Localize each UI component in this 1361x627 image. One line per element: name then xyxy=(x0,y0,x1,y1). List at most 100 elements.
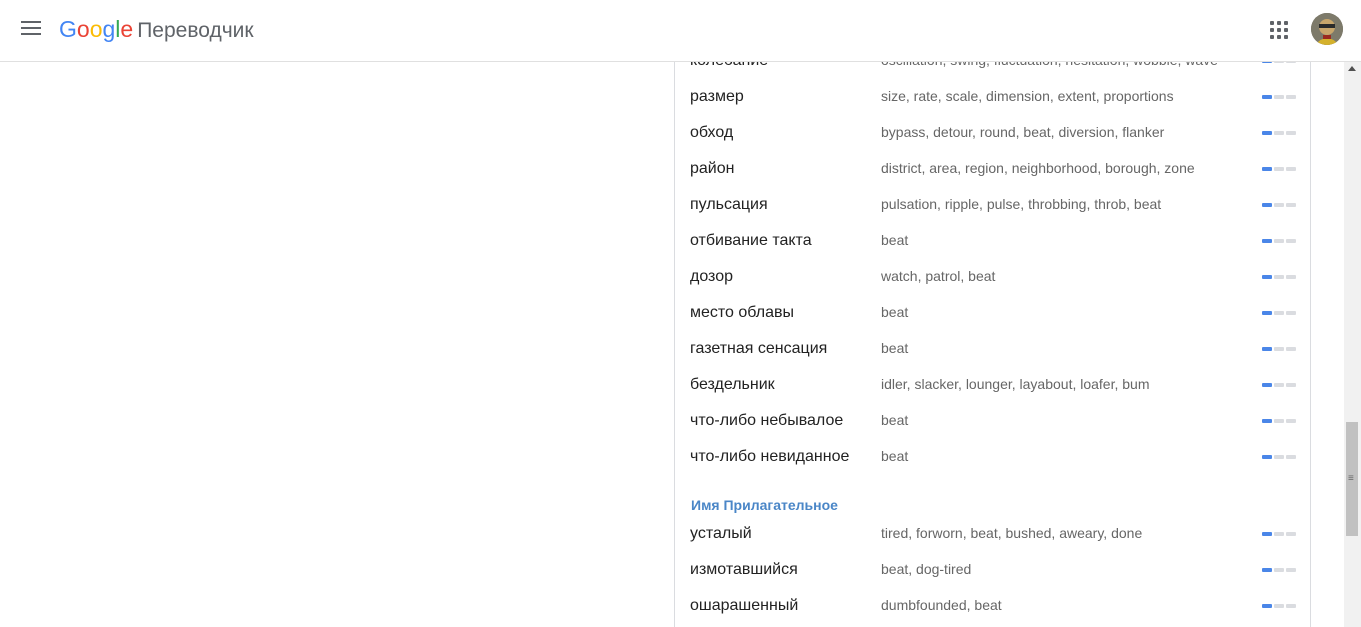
row-term: бездельник xyxy=(690,376,775,393)
frequency-bar-segment xyxy=(1274,532,1284,536)
dictionary-row: район district, area, region, neighborhoo… xyxy=(690,160,1300,196)
frequency-bar-segment xyxy=(1274,95,1284,99)
logo-letter: e xyxy=(120,16,134,42)
row-term: колебание xyxy=(690,62,768,70)
dictionary-row: колебание oscillation, swing, fluctuation… xyxy=(690,62,1300,88)
frequency-indicator xyxy=(1262,131,1298,135)
row-synonyms[interactable]: beat xyxy=(881,232,908,248)
row-synonyms[interactable]: district, area, region, neighborhood, bo… xyxy=(881,160,1195,176)
frequency-indicator xyxy=(1262,62,1298,63)
frequency-indicator xyxy=(1262,239,1298,243)
dictionary-row: обход bypass, detour, round, beat, divers… xyxy=(690,124,1300,160)
row-term: размер xyxy=(690,88,744,105)
logo-letter: g xyxy=(102,16,116,42)
row-term: район xyxy=(690,160,735,177)
row-term: отбивание такта xyxy=(690,232,812,249)
frequency-indicator xyxy=(1262,455,1298,459)
frequency-bar-segment xyxy=(1262,167,1272,171)
frequency-bar-segment xyxy=(1274,311,1284,315)
google-translate-logo[interactable]: Google Переводчик xyxy=(59,14,254,46)
row-synonyms[interactable]: dumbfounded, beat xyxy=(881,597,1002,613)
dictionary-row: что-либо небывалое beat xyxy=(690,412,1300,448)
row-term: измотавшийся xyxy=(690,561,798,578)
row-synonyms[interactable]: watch, patrol, beat xyxy=(881,268,995,284)
row-term: место облавы xyxy=(690,304,794,321)
frequency-bar-segment xyxy=(1274,239,1284,243)
frequency-bar-segment xyxy=(1262,239,1272,243)
frequency-bar-segment xyxy=(1262,203,1272,207)
frequency-indicator xyxy=(1262,311,1298,315)
frequency-indicator xyxy=(1262,203,1298,207)
row-synonyms[interactable]: oscillation, swing, fluctuation, hesitat… xyxy=(881,62,1218,68)
row-term: дозор xyxy=(690,268,734,285)
row-term: пульсация xyxy=(690,196,768,213)
frequency-bar-segment xyxy=(1286,419,1296,423)
frequency-indicator xyxy=(1262,604,1298,608)
frequency-bar-segment xyxy=(1262,275,1272,279)
avatar-image xyxy=(1311,13,1343,45)
frequency-bar-segment xyxy=(1274,455,1284,459)
row-term: усталый xyxy=(690,525,752,542)
row-synonyms[interactable]: bypass, detour, round, beat, diversion, … xyxy=(881,124,1164,140)
dictionary-row: ошарашенный dumbfounded, beat xyxy=(690,597,1300,627)
frequency-bar-segment xyxy=(1274,419,1284,423)
frequency-bar-segment xyxy=(1286,239,1296,243)
frequency-bar-segment xyxy=(1286,383,1296,387)
frequency-indicator xyxy=(1262,347,1298,351)
frequency-bar-segment xyxy=(1262,95,1272,99)
frequency-bar-segment xyxy=(1274,167,1284,171)
row-term: газетная сенсация xyxy=(690,340,828,357)
frequency-bar-segment xyxy=(1286,167,1296,171)
row-synonyms[interactable]: idler, slacker, lounger, layabout, loafe… xyxy=(881,376,1150,392)
frequency-bar-segment xyxy=(1286,95,1296,99)
row-synonyms[interactable]: size, rate, scale, dimension, extent, pr… xyxy=(881,88,1174,104)
dictionary-panel: колебание oscillation, swing, fluctuation… xyxy=(674,62,1311,627)
logo-letter: G xyxy=(59,16,77,42)
hamburger-menu-icon[interactable] xyxy=(21,21,41,37)
frequency-bar-segment xyxy=(1274,62,1284,63)
row-synonyms[interactable]: beat, dog-tired xyxy=(881,561,971,577)
page-scrollbar[interactable] xyxy=(1344,62,1361,627)
frequency-bar-segment xyxy=(1262,131,1272,135)
frequency-bar-segment xyxy=(1262,568,1272,572)
section-title-adjective: Имя Прилагательное xyxy=(691,497,838,513)
frequency-indicator xyxy=(1262,275,1298,279)
row-synonyms[interactable]: beat xyxy=(881,448,908,464)
frequency-bar-segment xyxy=(1286,604,1296,608)
row-synonyms[interactable]: beat xyxy=(881,304,908,320)
dictionary-row: пульсация pulsation, ripple, pulse, throb… xyxy=(690,196,1300,232)
dictionary-row: газетная сенсация beat xyxy=(690,340,1300,376)
frequency-bar-segment xyxy=(1262,604,1272,608)
frequency-bar-segment xyxy=(1286,532,1296,536)
frequency-bar-segment xyxy=(1286,62,1296,63)
scroll-up-arrow-icon[interactable] xyxy=(1348,66,1356,71)
row-term: ошарашенный xyxy=(690,597,799,614)
dictionary-row: бездельник idler, slacker, lounger, layab… xyxy=(690,376,1300,412)
dictionary-row: размер size, rate, scale, dimension, exte… xyxy=(690,88,1300,124)
frequency-bar-segment xyxy=(1262,419,1272,423)
row-synonyms[interactable]: tired, forworn, beat, bushed, aweary, do… xyxy=(881,525,1142,541)
frequency-bar-segment xyxy=(1274,203,1284,207)
frequency-bar-segment xyxy=(1262,383,1272,387)
dictionary-row: место облавы beat xyxy=(690,304,1300,340)
frequency-bar-segment xyxy=(1262,455,1272,459)
frequency-bar-segment xyxy=(1274,604,1284,608)
frequency-indicator xyxy=(1262,167,1298,171)
frequency-bar-segment xyxy=(1286,275,1296,279)
frequency-indicator xyxy=(1262,568,1298,572)
frequency-bar-segment xyxy=(1262,532,1272,536)
dictionary-row: усталый tired, forworn, beat, bushed, awe… xyxy=(690,525,1300,561)
row-term: что-либо небывалое xyxy=(690,412,844,429)
frequency-bar-segment xyxy=(1274,383,1284,387)
apps-grid-icon[interactable] xyxy=(1270,21,1288,39)
frequency-bar-segment xyxy=(1286,203,1296,207)
user-avatar[interactable] xyxy=(1311,13,1343,45)
frequency-bar-segment xyxy=(1274,131,1284,135)
logo-letter: o xyxy=(76,16,90,42)
row-synonyms[interactable]: pulsation, ripple, pulse, throbbing, thr… xyxy=(881,196,1161,212)
product-name: Переводчик xyxy=(137,19,254,42)
row-synonyms[interactable]: beat xyxy=(881,340,908,356)
frequency-bar-segment xyxy=(1262,347,1272,351)
row-synonyms[interactable]: beat xyxy=(881,412,908,428)
dictionary-row: дозор watch, patrol, beat xyxy=(690,268,1300,304)
